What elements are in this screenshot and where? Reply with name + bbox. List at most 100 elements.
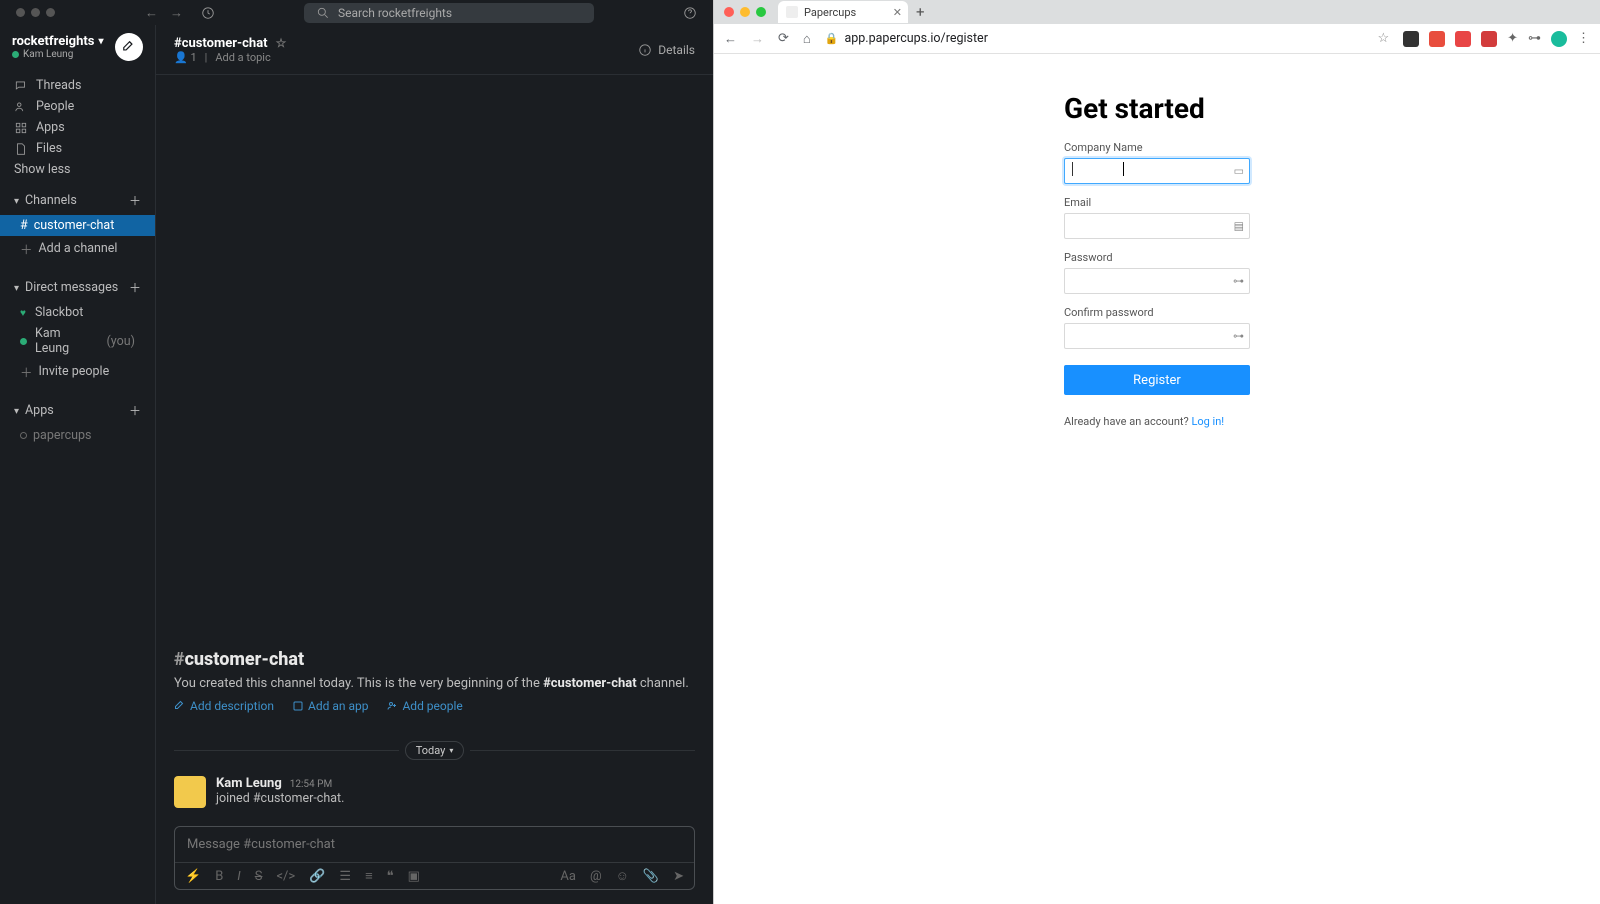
address-bar[interactable]: 🔒 app.papercups.io/register bbox=[825, 31, 1364, 46]
plus-icon: ＋ bbox=[20, 239, 33, 258]
key-icon[interactable]: ⊶ bbox=[1528, 31, 1541, 46]
presence-icon bbox=[20, 305, 29, 320]
star-icon[interactable]: ☆ bbox=[276, 36, 287, 50]
quote-icon[interactable]: ❝ bbox=[387, 869, 394, 884]
label: Add an app bbox=[308, 699, 368, 713]
browser-tab[interactable]: Papercups ✕ bbox=[778, 1, 908, 23]
nav-files[interactable]: Files bbox=[0, 138, 155, 159]
extension-icon[interactable] bbox=[1403, 31, 1419, 47]
profile-avatar[interactable] bbox=[1551, 31, 1567, 47]
extension-icon[interactable] bbox=[1429, 31, 1445, 47]
extension-icon[interactable] bbox=[1481, 31, 1497, 47]
app-papercups[interactable]: papercups bbox=[0, 425, 155, 446]
add-description-link[interactable]: Add description bbox=[174, 699, 274, 713]
back-icon[interactable]: ← bbox=[145, 5, 158, 21]
forward-button[interactable]: → bbox=[751, 31, 764, 47]
add-people-link[interactable]: Add people bbox=[386, 699, 462, 713]
pencil-icon bbox=[174, 700, 186, 712]
confirm-password-input[interactable] bbox=[1064, 323, 1250, 349]
details-button[interactable]: Details bbox=[638, 43, 695, 57]
min-dot[interactable] bbox=[740, 7, 750, 17]
add-dm-icon[interactable]: ＋ bbox=[129, 279, 141, 296]
add-topic[interactable]: Add a topic bbox=[215, 51, 270, 64]
attach-icon[interactable]: 📎 bbox=[643, 869, 659, 884]
new-tab-button[interactable]: + bbox=[908, 3, 933, 21]
extension-icon[interactable] bbox=[1455, 31, 1471, 47]
password-label: Password bbox=[1064, 251, 1250, 264]
page-title: Get started bbox=[1064, 92, 1250, 125]
add-app-icon[interactable]: ＋ bbox=[129, 402, 141, 419]
apps-section-header[interactable]: Apps ＋ bbox=[0, 396, 155, 425]
format-icon[interactable]: Aa bbox=[560, 869, 576, 884]
mention-icon[interactable]: @ bbox=[590, 869, 602, 884]
key-icon[interactable]: ⊶ bbox=[1233, 275, 1244, 288]
codeblock-icon[interactable]: ▣ bbox=[408, 869, 420, 884]
max-dot[interactable] bbox=[756, 7, 766, 17]
channels-section-header[interactable]: Channels ＋ bbox=[0, 186, 155, 215]
info-icon bbox=[638, 43, 652, 57]
add-channel-icon[interactable]: ＋ bbox=[129, 192, 141, 209]
workspace-header[interactable]: rocketfreights ▾ Kam Leung bbox=[0, 25, 155, 69]
key-icon[interactable]: ⊶ bbox=[1233, 330, 1244, 343]
composer-input[interactable]: Message #customer-chat bbox=[175, 827, 694, 862]
title: customer-chat bbox=[185, 649, 305, 670]
invite-people[interactable]: ＋Invite people bbox=[0, 359, 155, 384]
browser-menu-icon[interactable]: ⋮ bbox=[1577, 31, 1590, 46]
avatar[interactable] bbox=[174, 776, 206, 808]
numlist-icon[interactable]: ≡ bbox=[365, 868, 373, 884]
search-icon bbox=[316, 6, 330, 20]
autofill-icon[interactable]: ▤ bbox=[1234, 220, 1244, 233]
label: People bbox=[36, 99, 74, 114]
search-input[interactable]: Search rocketfreights bbox=[304, 3, 594, 23]
workspace-name: rocketfreights bbox=[12, 34, 94, 49]
nav-threads[interactable]: Threads bbox=[0, 75, 155, 96]
nav-showless[interactable]: Show less bbox=[0, 159, 155, 180]
slack-titlebar: ← → Search rocketfreights bbox=[0, 0, 713, 25]
italic-icon[interactable]: I bbox=[237, 869, 240, 884]
channel-name[interactable]: #customer-chat bbox=[174, 36, 268, 51]
dm-slackbot[interactable]: Slackbot bbox=[0, 302, 155, 323]
extensions: ✦ ⊶ ⋮ bbox=[1403, 31, 1590, 47]
compose-button[interactable] bbox=[115, 33, 143, 61]
dm-section-header[interactable]: Direct messages ＋ bbox=[0, 273, 155, 302]
label: Apps bbox=[36, 120, 65, 135]
emoji-icon[interactable]: ☺ bbox=[616, 868, 629, 884]
history-icon[interactable] bbox=[201, 6, 215, 20]
home-button[interactable]: ⌂ bbox=[803, 31, 811, 47]
password-input[interactable] bbox=[1064, 268, 1250, 294]
text-cursor-pointer bbox=[1123, 162, 1124, 176]
help-icon[interactable] bbox=[683, 6, 697, 20]
nav-people[interactable]: People bbox=[0, 96, 155, 117]
back-button[interactable]: ← bbox=[724, 31, 737, 47]
add-channel[interactable]: ＋Add a channel bbox=[0, 236, 155, 261]
dm-self[interactable]: Kam Leung (you) bbox=[0, 323, 155, 359]
autofill-icon[interactable]: ▭ bbox=[1234, 165, 1244, 178]
extensions-menu-icon[interactable]: ✦ bbox=[1507, 31, 1518, 46]
message-composer[interactable]: Message #customer-chat ⚡ B I S </> 🔗 ☰ ≡… bbox=[174, 826, 695, 890]
nav-apps[interactable]: Apps bbox=[0, 117, 155, 138]
channel-customer-chat[interactable]: #customer-chat bbox=[0, 215, 155, 236]
login-link[interactable]: Log in! bbox=[1191, 415, 1224, 428]
history-nav: ← → bbox=[145, 5, 183, 21]
label: Threads bbox=[36, 78, 81, 93]
register-button[interactable]: Register bbox=[1064, 365, 1250, 395]
strike-icon[interactable]: S bbox=[255, 869, 263, 884]
author[interactable]: Kam Leung bbox=[216, 776, 282, 791]
date-pill[interactable]: Today▾ bbox=[405, 741, 465, 760]
company-input[interactable] bbox=[1064, 158, 1250, 184]
forward-icon[interactable]: → bbox=[170, 5, 183, 21]
email-input[interactable] bbox=[1064, 213, 1250, 239]
code-icon[interactable]: </> bbox=[276, 869, 295, 884]
send-icon[interactable]: ➤ bbox=[673, 869, 684, 884]
members-icon[interactable]: 👤 1 bbox=[174, 51, 197, 64]
list-icon[interactable]: ☰ bbox=[339, 869, 351, 884]
reload-button[interactable]: ⟳ bbox=[778, 31, 789, 47]
count: 1 bbox=[190, 51, 196, 64]
add-app-link[interactable]: Add an app bbox=[292, 699, 368, 713]
close-dot[interactable] bbox=[724, 7, 734, 17]
shortcut-icon[interactable]: ⚡ bbox=[185, 869, 201, 884]
close-tab-icon[interactable]: ✕ bbox=[893, 6, 902, 19]
bookmark-icon[interactable]: ☆ bbox=[1377, 31, 1389, 46]
link-icon[interactable]: 🔗 bbox=[309, 869, 325, 884]
bold-icon[interactable]: B bbox=[215, 869, 223, 884]
